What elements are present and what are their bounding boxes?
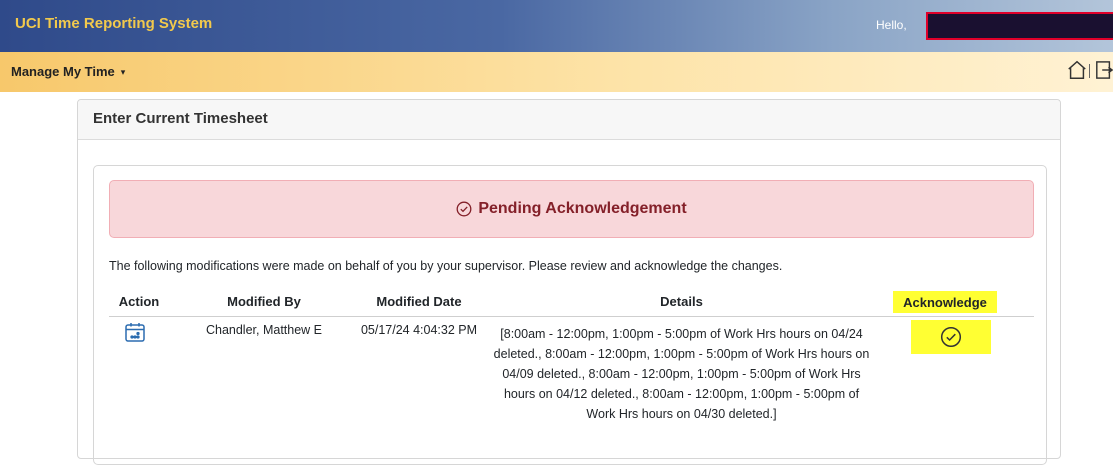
header-modified-by: Modified By [227,294,301,309]
alert-text: Pending Acknowledgement [478,200,687,217]
header-modified-date: Modified Date [376,294,462,309]
user-name-redacted [926,12,1113,40]
caret-down-icon: ▾ [120,67,126,77]
logout-icon[interactable] [1095,60,1113,80]
manage-my-time-label: Manage My Time [11,64,115,79]
check-circle-icon [940,326,962,348]
home-icon[interactable] [1066,59,1088,81]
row-modified-by: Chandler, Matthew E [205,323,323,337]
card-title: Enter Current Timesheet [78,100,1060,140]
modifications-panel: Pending Acknowledgement The following mo… [93,165,1047,465]
check-circle-icon [456,201,472,217]
header-details: Details [660,294,703,309]
modification-note: The following modifications were made on… [109,259,783,273]
nav-bar: Manage My Time ▾ [0,52,1113,92]
greeting-text: Hello, [876,18,907,32]
top-header: UCI Time Reporting System Hello, [0,0,1113,52]
row-details: [8:00am - 12:00pm, 1:00pm - 5:00pm of Wo… [493,327,870,421]
nav-separator [1089,64,1090,78]
row-modified-date: 05/17/24 4:04:32 PM [360,323,478,337]
header-acknowledge: Acknowledge [903,295,987,310]
timesheet-card: Enter Current Timesheet Pending Acknowle… [77,99,1061,465]
app-title: UCI Time Reporting System [15,15,213,32]
calendar-icon[interactable] [124,321,146,343]
manage-my-time-menu[interactable]: Manage My Time ▾ [11,64,125,79]
header-divider [109,316,1034,317]
pending-alert: Pending Acknowledgement [109,180,1034,238]
acknowledge-button[interactable] [911,320,991,354]
header-action: Action [118,294,160,309]
